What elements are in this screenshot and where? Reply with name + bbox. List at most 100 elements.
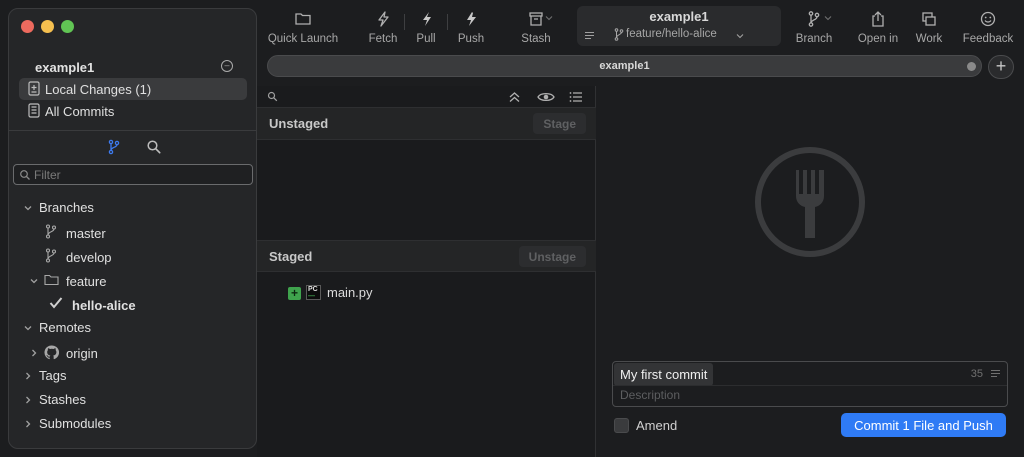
section-remotes[interactable]: Remotes <box>39 316 91 338</box>
branch-icon <box>614 28 624 41</box>
add-tab-button[interactable]: + <box>988 55 1014 79</box>
repo-tab[interactable]: example1 <box>267 55 982 77</box>
branch-icon[interactable] <box>105 139 123 155</box>
unstage-button[interactable]: Unstage <box>518 246 586 267</box>
branch-item-master[interactable]: master <box>66 222 106 244</box>
folder-icon <box>44 274 59 286</box>
section-submodules[interactable]: Submodules <box>39 412 111 434</box>
local-changes-icon <box>28 81 40 96</box>
chevron-down-icon[interactable] <box>23 203 33 213</box>
commit-and-push-button[interactable]: Commit 1 File and Push <box>841 413 1006 437</box>
commits-list-icon <box>28 103 40 118</box>
pycharm-file-icon: PC — <box>306 285 321 300</box>
share-icon <box>872 11 884 27</box>
toolbar-label: Branch <box>795 33 833 45</box>
toolbar-label: Stash <box>521 33 551 45</box>
fetch-icon <box>378 11 389 27</box>
tab-status-dot <box>967 62 976 71</box>
commit-message-box[interactable]: My first commit 35 Description <box>612 361 1008 407</box>
divider <box>613 385 1007 386</box>
toolbar-label: Feedback <box>962 33 1014 45</box>
divider <box>9 130 256 131</box>
feedback-button[interactable]: Feedback <box>961 10 1015 50</box>
push-button[interactable]: Push <box>453 10 489 50</box>
toolbar-divider <box>447 14 448 30</box>
template-list-icon[interactable] <box>990 369 1001 378</box>
file-name: main.py <box>327 285 373 300</box>
folder-icon <box>295 13 311 25</box>
sidebar-item-label: All Commits <box>45 103 115 119</box>
chevron-down-icon[interactable] <box>23 323 33 333</box>
amend-checkbox[interactable] <box>614 418 629 433</box>
stash-icon <box>529 12 543 26</box>
filter-input[interactable]: Filter <box>13 164 253 185</box>
repo-branch-selector[interactable]: example1 feature/hello-alice <box>577 6 781 46</box>
section-tags[interactable]: Tags <box>39 364 66 386</box>
remote-item-origin[interactable]: origin <box>66 342 98 364</box>
pull-icon <box>423 12 431 26</box>
branch-item-develop[interactable]: develop <box>66 246 112 268</box>
staged-header: Staged Unstage <box>257 240 596 272</box>
github-icon <box>44 345 59 360</box>
filter-placeholder: Filter <box>34 167 61 182</box>
list-view-icon[interactable] <box>569 91 583 103</box>
smiley-icon <box>980 11 996 27</box>
fetch-button[interactable]: Fetch <box>364 10 402 50</box>
close-window-button[interactable] <box>21 20 34 33</box>
chevron-down-icon <box>736 34 744 39</box>
branch-folder-feature[interactable]: feature <box>66 270 106 292</box>
chevron-down-icon[interactable] <box>824 14 832 22</box>
chevron-right-icon[interactable] <box>23 419 33 429</box>
stage-button[interactable]: Stage <box>533 113 586 134</box>
eye-icon[interactable] <box>537 91 555 103</box>
search-icon[interactable] <box>267 91 278 102</box>
push-icon <box>467 12 476 26</box>
commit-description-field[interactable]: Description <box>620 388 680 402</box>
toolbar-label: Quick Launch <box>267 33 339 45</box>
windows-icon <box>922 12 936 26</box>
added-status-icon: + <box>288 287 301 300</box>
repo-title: example1 <box>35 60 95 75</box>
zoom-window-button[interactable] <box>61 20 74 33</box>
chevron-down-icon[interactable] <box>29 276 39 286</box>
chevron-right-icon[interactable] <box>23 395 33 405</box>
minimize-window-button[interactable] <box>41 20 54 33</box>
sidebar: example1 – Local Changes (1) All Commits… <box>8 8 257 449</box>
toolbar-label: Pull <box>416 33 436 45</box>
toolbar-label: Open in <box>857 33 899 45</box>
quick-launch-button[interactable]: Quick Launch <box>267 10 339 50</box>
toolbar-divider <box>404 14 405 30</box>
search-icon <box>20 170 30 180</box>
fork-logo-icon <box>755 147 865 257</box>
tab-label: example1 <box>599 60 650 72</box>
commit-summary-field[interactable]: My first commit <box>614 363 714 386</box>
collapse-all-icon[interactable] <box>508 91 521 103</box>
unstaged-header: Unstaged Stage <box>257 108 596 140</box>
chevron-down-icon[interactable] <box>545 14 553 22</box>
work-button[interactable]: Work <box>912 10 946 50</box>
branch-icon <box>45 248 57 263</box>
pull-button[interactable]: Pull <box>410 10 442 50</box>
repo-title: example1 <box>649 9 709 24</box>
chevron-right-icon[interactable] <box>23 371 33 381</box>
checkmark-icon <box>49 297 63 309</box>
changes-pane: Unstaged Stage Staged Unstage + PC — main… <box>257 86 596 457</box>
staged-file-row[interactable]: + PC — main.py <box>288 284 488 304</box>
amend-label: Amend <box>636 418 678 433</box>
branch-item-hello-alice[interactable]: hello-alice <box>72 294 136 316</box>
chevron-right-icon[interactable] <box>29 348 39 358</box>
section-stashes[interactable]: Stashes <box>39 388 86 410</box>
section-branches[interactable]: Branches <box>39 196 94 218</box>
branch-icon <box>45 224 57 239</box>
sidebar-item-all-commits[interactable]: All Commits <box>19 100 247 122</box>
sidebar-item-label: Local Changes (1) <box>45 81 152 97</box>
current-branch-label: feature/hello-alice <box>626 28 717 40</box>
sidebar-item-local-changes[interactable]: Local Changes (1) <box>19 78 247 100</box>
branch-icon <box>808 11 820 27</box>
unstaged-label: Unstaged <box>269 116 329 131</box>
toolbar-label: Fetch <box>368 33 398 45</box>
changes-toolbar <box>257 86 596 108</box>
open-in-button[interactable]: Open in <box>855 10 901 50</box>
search-icon[interactable] <box>145 139 163 155</box>
repo-menu-icon[interactable]: – <box>221 60 233 72</box>
